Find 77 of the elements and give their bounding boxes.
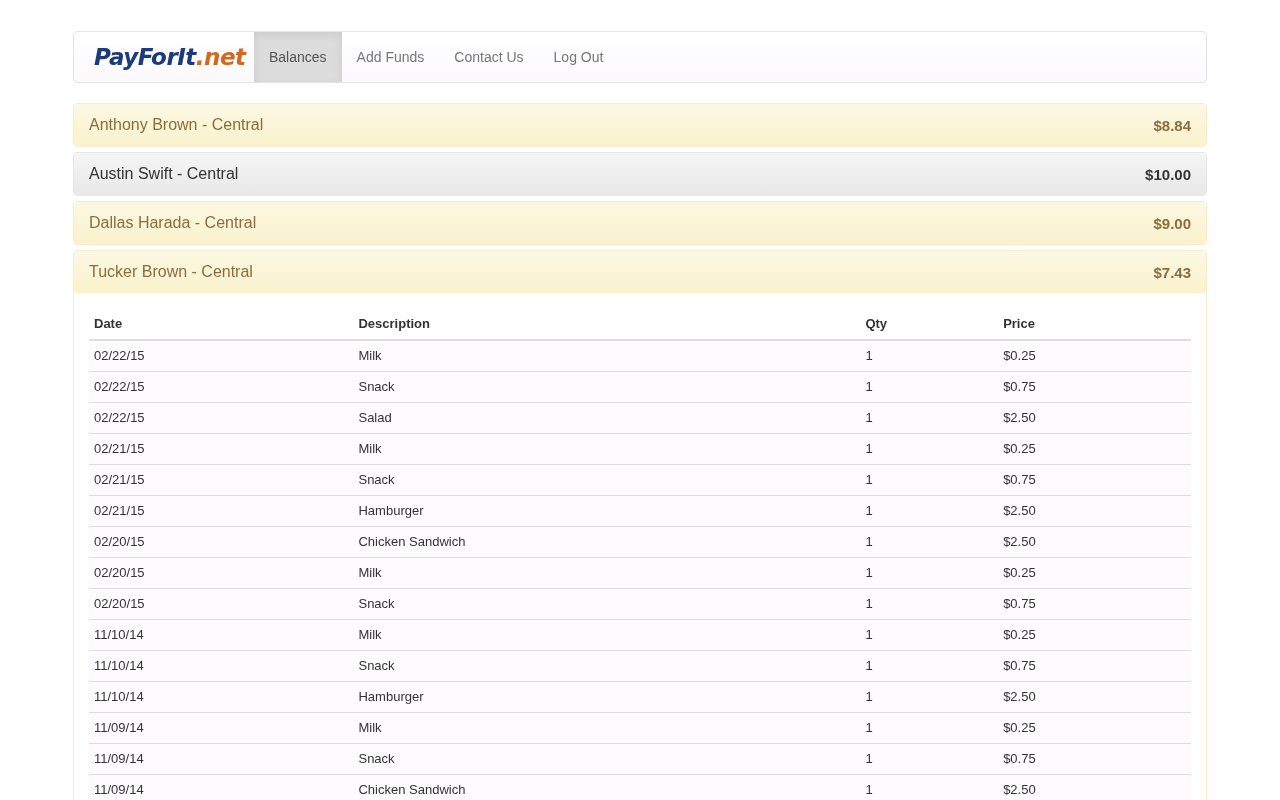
table-cell: Hamburger (353, 681, 861, 713)
table-cell: $2.50 (998, 774, 1191, 800)
table-cell: 1 (860, 557, 999, 589)
table-cell: 11/09/14 (89, 774, 354, 800)
table-cell: Milk (353, 433, 861, 465)
table-cell: 11/10/14 (89, 619, 354, 651)
table-cell: 02/22/15 (89, 340, 354, 372)
table-cell: Snack (353, 464, 861, 496)
table-cell: $0.25 (998, 619, 1191, 651)
table-cell: Milk (353, 340, 861, 372)
table-cell: Snack (353, 371, 861, 403)
nav-link[interactable]: Add Funds (341, 32, 440, 82)
account-balance: $9.00 (1153, 214, 1191, 232)
table-cell: 02/22/15 (89, 371, 354, 403)
account-header[interactable]: Anthony Brown - Central $8.84 (74, 104, 1206, 146)
table-cell: $0.75 (998, 650, 1191, 682)
account-name: Anthony Brown - Central (89, 116, 264, 134)
account-header[interactable]: Tucker Brown - Central $7.43 (74, 251, 1206, 293)
table-cell: 1 (860, 526, 999, 558)
site-logo[interactable]: PayForIt.net (74, 32, 254, 82)
account-balance: $7.43 (1153, 263, 1191, 281)
table-cell: 02/21/15 (89, 433, 354, 465)
table-cell: 02/22/15 (89, 402, 354, 434)
account-header[interactable]: Dallas Harada - Central $9.00 (74, 202, 1206, 244)
table-cell: Hamburger (353, 495, 861, 527)
table-cell: Milk (353, 619, 861, 651)
account-header[interactable]: Austin Swift - Central $10.00 (74, 153, 1206, 195)
table-cell: Chicken Sandwich (353, 774, 861, 800)
table-cell: 02/21/15 (89, 464, 354, 496)
table-cell: 11/09/14 (89, 712, 354, 744)
table-cell: $0.75 (998, 464, 1191, 496)
table-cell: 1 (860, 588, 999, 620)
table-cell: 02/20/15 (89, 526, 354, 558)
table-cell: $0.25 (998, 557, 1191, 589)
table-cell: $0.25 (998, 340, 1191, 372)
table-cell: 02/20/15 (89, 588, 354, 620)
table-cell: 11/09/14 (89, 743, 354, 775)
table-cell: $2.50 (998, 526, 1191, 558)
table-cell: $0.25 (998, 433, 1191, 465)
table-cell: $0.75 (998, 588, 1191, 620)
table-cell: 02/21/15 (89, 495, 354, 527)
account-name: Dallas Harada - Central (89, 214, 257, 232)
table-cell: Chicken Sandwich (353, 526, 861, 558)
nav-link[interactable]: Contact Us (439, 32, 539, 82)
table-cell: 1 (860, 495, 999, 527)
table-cell: 1 (860, 619, 999, 651)
table-cell: 1 (860, 650, 999, 682)
table-cell: $2.50 (998, 402, 1191, 434)
table-cell: 1 (860, 712, 999, 744)
table-cell: 1 (860, 433, 999, 465)
account-balance: $10.00 (1145, 165, 1191, 183)
table-cell: 1 (860, 681, 999, 713)
account-name: Tucker Brown - Central (89, 263, 253, 281)
table-cell: 1 (860, 743, 999, 775)
table-cell: $2.50 (998, 681, 1191, 713)
table-cell: Snack (353, 650, 861, 682)
table-cell: Milk (353, 557, 861, 589)
table-cell: Salad (353, 402, 861, 434)
table-cell: 1 (860, 402, 999, 434)
table-cell: 1 (860, 774, 999, 800)
table-cell: 1 (860, 464, 999, 496)
table-cell: 02/20/15 (89, 557, 354, 589)
table-cell: Snack (353, 743, 861, 775)
table-cell: $0.75 (998, 371, 1191, 403)
account-name: Austin Swift - Central (89, 165, 239, 183)
table-cell: 1 (860, 371, 999, 403)
table-cell: 1 (860, 340, 999, 372)
table-cell: 11/10/14 (89, 650, 354, 682)
table-cell: Milk (353, 712, 861, 744)
nav-link[interactable]: Balances (254, 32, 342, 82)
account-balance: $8.84 (1153, 116, 1191, 134)
table-cell: Snack (353, 588, 861, 620)
table-cell: 11/10/14 (89, 681, 354, 713)
table-cell: $2.50 (998, 495, 1191, 527)
table-cell: $0.75 (998, 743, 1191, 775)
table-cell: $0.25 (998, 712, 1191, 744)
nav-link[interactable]: Log Out (538, 32, 619, 82)
